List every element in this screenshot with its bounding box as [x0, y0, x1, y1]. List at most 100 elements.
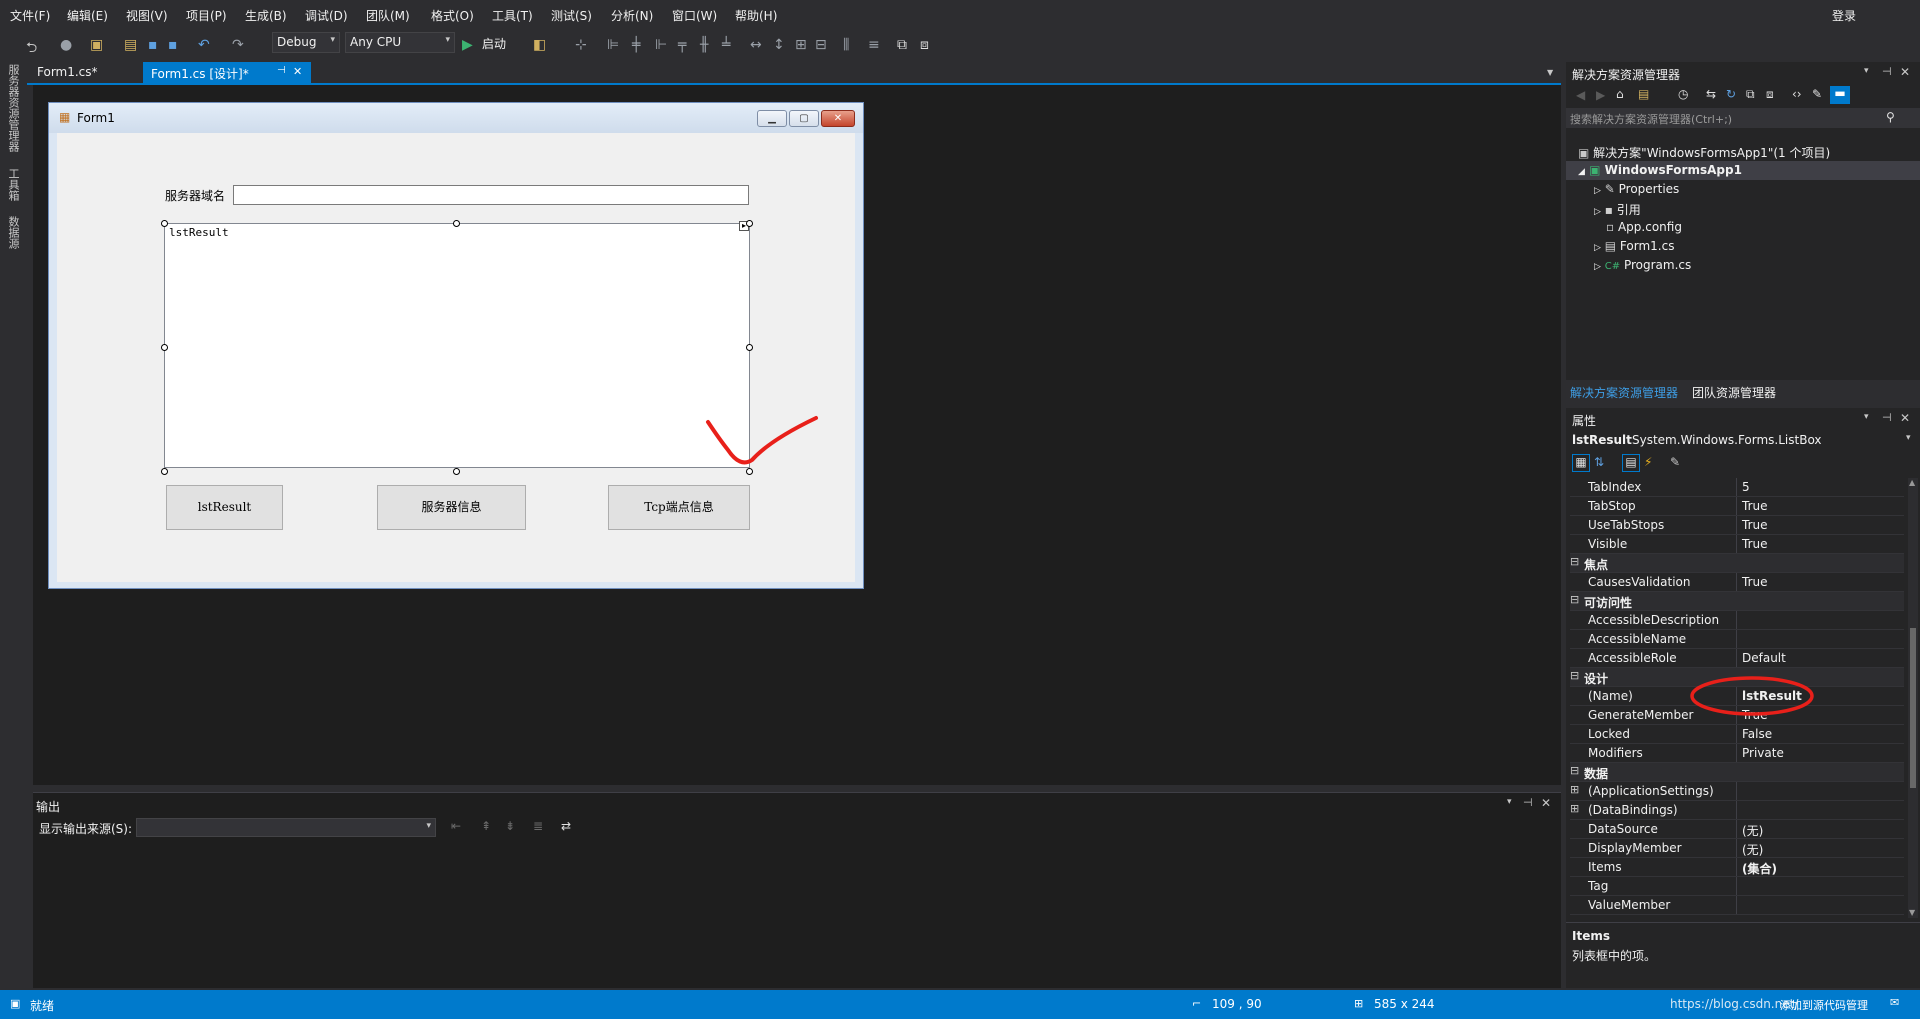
collapse-icon[interactable]: ⊟: [1570, 764, 1579, 777]
save-all-icon[interactable]: ▪: [168, 37, 178, 53]
collapse-all-icon[interactable]: ⧉: [1746, 87, 1755, 102]
tcp-endpoint-button[interactable]: Tcp端点信息: [608, 485, 750, 530]
events-icon[interactable]: ⚡: [1644, 455, 1652, 469]
menu-item[interactable]: 调试(D): [305, 7, 348, 24]
solution-node[interactable]: ▣ 解决方案"WindowsFormsApp1"(1 个项目): [1578, 144, 1830, 161]
property-row[interactable]: Locked False: [1570, 725, 1904, 744]
menu-item[interactable]: 帮助(H): [735, 7, 777, 24]
open-icon[interactable]: ▤: [124, 37, 137, 53]
property-value[interactable]: True: [1742, 537, 1768, 551]
property-value[interactable]: (无): [1742, 822, 1763, 839]
next-message-icon[interactable]: ⇟: [505, 819, 515, 833]
close-icon[interactable]: ✕: [1900, 411, 1910, 425]
property-row[interactable]: Tag: [1570, 877, 1904, 896]
pin-icon[interactable]: ⊣: [1882, 65, 1892, 78]
expand-icon[interactable]: ⊞: [1570, 802, 1579, 815]
property-row[interactable]: DataSource (无): [1570, 820, 1904, 839]
close-icon[interactable]: ✕: [1900, 65, 1910, 79]
tab-form1-design[interactable]: Form1.cs [设计]* ⊣ ✕: [143, 62, 311, 83]
panel-menu-icon[interactable]: ▾: [1864, 66, 1869, 76]
server-explorer-tab[interactable]: 服务器资源管理器: [5, 64, 21, 152]
property-row[interactable]: AccessibleRole Default: [1570, 649, 1904, 668]
show-all-files-icon[interactable]: ⧈: [1766, 87, 1774, 102]
menu-item[interactable]: 分析(N): [611, 7, 653, 24]
menu-item[interactable]: 编辑(E): [67, 7, 108, 24]
undo-icon[interactable]: ↶: [198, 37, 210, 53]
scroll-thumb[interactable]: [1910, 628, 1916, 788]
menu-item[interactable]: 窗口(W): [672, 7, 717, 24]
pending-changes-icon[interactable]: ◷: [1678, 87, 1688, 101]
align-right-icon[interactable]: ⊩: [655, 37, 667, 53]
resize-handle[interactable]: [161, 468, 168, 475]
property-row[interactable]: Visible True: [1570, 535, 1904, 554]
tab-team-explorer[interactable]: 团队资源管理器: [1692, 384, 1776, 401]
save-icon[interactable]: ▪: [148, 37, 158, 53]
close-icon[interactable]: ✕: [821, 110, 855, 127]
alphabetical-icon[interactable]: ⇅: [1594, 455, 1604, 469]
property-category[interactable]: ⊟ 数据: [1570, 763, 1904, 782]
make-same-width-icon[interactable]: ↔: [750, 37, 762, 53]
collapsed-arrow-icon[interactable]: ▷: [1594, 243, 1601, 253]
object-selector[interactable]: lstResult System.Windows.Forms.ListBox ▾: [1566, 430, 1920, 450]
search-icon[interactable]: ⚲: [1886, 110, 1895, 124]
result-listbox[interactable]: lstResult ▸: [164, 221, 750, 468]
property-category[interactable]: ⊟ 可访问性: [1570, 592, 1904, 611]
property-row[interactable]: UseTabStops True: [1570, 516, 1904, 535]
properties-view-icon[interactable]: ▤: [1622, 454, 1640, 472]
property-value[interactable]: True: [1742, 518, 1768, 532]
designer-form-window[interactable]: ▦ Form1 ▁ ▢ ✕ 服务器域名 lstResult ▸ lstResul…: [48, 102, 864, 589]
menu-item[interactable]: 项目(P): [186, 7, 227, 24]
resize-handle[interactable]: [161, 344, 168, 351]
align-top-icon[interactable]: ╤: [678, 37, 686, 53]
maximize-icon[interactable]: ▢: [789, 110, 819, 127]
resize-handle[interactable]: [746, 344, 753, 351]
property-value[interactable]: (无): [1742, 841, 1763, 858]
tree-item-app-config[interactable]: ▫ App.config: [1606, 220, 1682, 234]
platform-dropdown[interactable]: Any CPU ▾: [345, 32, 455, 53]
collapsed-arrow-icon[interactable]: ▷: [1594, 186, 1601, 196]
clear-all-icon[interactable]: ≣: [533, 819, 543, 833]
make-same-size-icon[interactable]: ⊟: [815, 37, 827, 53]
project-node[interactable]: ◢ ▣ WindowsFormsApp1: [1578, 163, 1742, 177]
start-icon[interactable]: ▶: [462, 37, 473, 53]
prev-message-icon[interactable]: ⇞: [481, 819, 491, 833]
align-left-icon[interactable]: ⊫: [607, 37, 619, 53]
login-link[interactable]: 登录: [1832, 7, 1856, 24]
word-wrap-icon[interactable]: ⇄: [561, 819, 571, 833]
tree-item-references[interactable]: ▷ ▪ 引用: [1594, 201, 1641, 218]
property-value[interactable]: Default: [1742, 651, 1786, 665]
property-value[interactable]: False: [1742, 727, 1772, 741]
tab-dropdown-icon[interactable]: ▼: [1547, 68, 1553, 77]
output-source-dropdown[interactable]: ▾: [136, 818, 436, 837]
property-value[interactable]: 5: [1742, 480, 1750, 494]
menu-item[interactable]: 工具(T): [492, 7, 533, 24]
tab-solution-explorer[interactable]: 解决方案资源管理器: [1570, 384, 1678, 401]
refresh-icon[interactable]: ↻: [1726, 87, 1736, 101]
property-value[interactable]: True: [1742, 575, 1768, 589]
horizontal-spacing-icon[interactable]: ⫼: [843, 37, 849, 53]
server-info-button[interactable]: 服务器信息: [377, 485, 526, 530]
expanded-arrow-icon[interactable]: ◢: [1578, 167, 1585, 177]
close-icon[interactable]: ✕: [293, 65, 302, 78]
menu-item[interactable]: 生成(B): [245, 7, 287, 24]
tab-form1-cs[interactable]: Form1.cs*: [29, 62, 106, 83]
property-value[interactable]: True: [1742, 499, 1768, 513]
tab-order-icon[interactable]: ⧉: [897, 37, 907, 53]
resize-handle[interactable]: [161, 220, 168, 227]
forward-icon[interactable]: ▶: [1596, 88, 1605, 102]
resize-handle[interactable]: [453, 468, 460, 475]
preview-selected-icon[interactable]: ▬: [1830, 86, 1850, 104]
notification-icon[interactable]: ✉: [1890, 996, 1899, 1009]
pointer-icon[interactable]: ◧: [533, 37, 546, 53]
scroll-down-icon[interactable]: ▼: [1909, 908, 1915, 917]
property-pages-icon[interactable]: ✎: [1670, 455, 1680, 469]
pin-icon[interactable]: ⊣: [1882, 411, 1892, 424]
pin-icon[interactable]: ⊣: [277, 65, 286, 76]
pin-icon[interactable]: ⊣: [1523, 796, 1533, 809]
tree-item-properties[interactable]: ▷ ✎ Properties: [1594, 182, 1679, 196]
panel-menu-icon[interactable]: ▾: [1507, 797, 1512, 807]
make-same-height-icon[interactable]: ↕: [773, 37, 785, 53]
align-center-icon[interactable]: ╪: [632, 37, 640, 53]
collapse-icon[interactable]: ⊟: [1570, 669, 1579, 682]
vertical-spacing-icon[interactable]: ≡: [868, 37, 880, 53]
